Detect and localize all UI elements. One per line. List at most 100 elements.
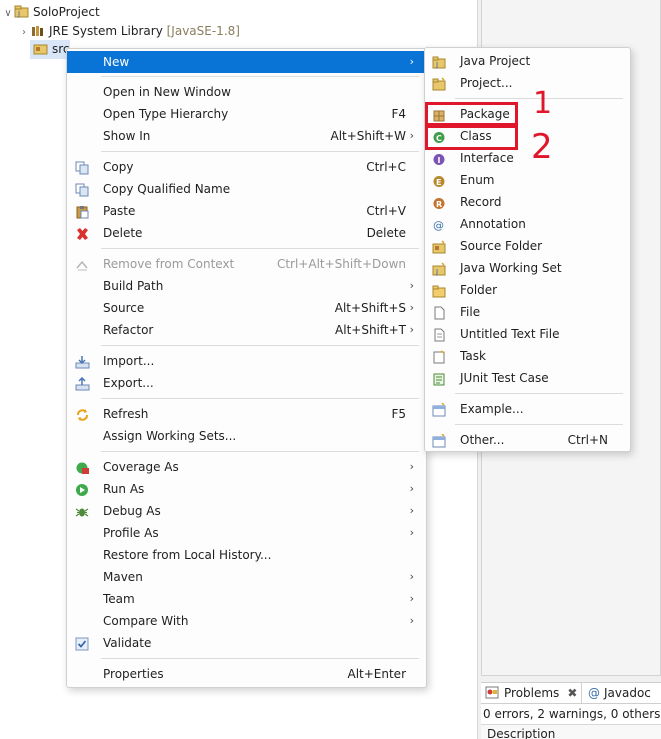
menu-item-assign-working-sets[interactable]: Assign Working Sets... [67, 425, 426, 447]
tree-item-project[interactable]: ∨ J SoloProject [2, 3, 99, 23]
copy-icon [75, 160, 90, 175]
menu-item-refresh[interactable]: Refresh F5 [67, 403, 426, 425]
menu-item-maven[interactable]: Maven › [67, 566, 426, 588]
submenu-item-project[interactable]: Project... [425, 72, 630, 94]
menu-item-open-type-hierarchy[interactable]: Open Type Hierarchy F4 [67, 103, 426, 125]
library-icon [30, 24, 45, 37]
svg-text:E: E [436, 178, 441, 187]
submenu-item-folder[interactable]: Folder [425, 279, 630, 301]
annotation-number-2: 2 [531, 127, 553, 167]
file-icon [432, 305, 447, 320]
menu-label: Show In [103, 129, 151, 143]
submenu-item-file[interactable]: File [425, 301, 630, 323]
tab-problems[interactable]: Problems ✖ [485, 683, 577, 704]
menu-item-team[interactable]: Team › [67, 588, 426, 610]
menu-item-source[interactable]: Source Alt+Shift+S › [67, 297, 426, 319]
menu-item-export[interactable]: Export... [67, 372, 426, 394]
menu-label: Properties [103, 667, 164, 681]
submenu-label: Java Project [460, 54, 531, 68]
project-icon [432, 76, 447, 91]
description-column-header[interactable]: Description [481, 724, 661, 739]
submenu-separator [455, 393, 623, 394]
svg-text:J: J [435, 61, 438, 69]
submenu-arrow-icon: › [409, 129, 414, 142]
menu-item-remove-from-context[interactable]: Remove from Context Ctrl+Alt+Shift+Down [67, 253, 426, 275]
menu-separator [101, 345, 419, 346]
junit-icon [432, 371, 447, 386]
submenu-label: Source Folder [460, 239, 543, 253]
submenu-item-junit-test-case[interactable]: JUnit Test Case [425, 367, 630, 389]
menu-label: Profile As [103, 526, 159, 540]
submenu-item-interface[interactable]: I Interface [425, 147, 630, 169]
submenu-arrow-icon: › [409, 279, 414, 292]
close-icon[interactable]: ✖ [567, 686, 577, 700]
submenu-item-annotation[interactable]: @ Annotation [425, 213, 630, 235]
menu-label: Open in New Window [103, 85, 231, 99]
submenu-item-record[interactable]: R Record [425, 191, 630, 213]
submenu-label: Example... [460, 402, 524, 416]
menu-accel: Alt+Shift+T [335, 323, 406, 337]
menu-item-import[interactable]: Import... [67, 350, 426, 372]
menu-item-debug-as[interactable]: Debug As › [67, 500, 426, 522]
menu-item-coverage-as[interactable]: Coverage As › [67, 456, 426, 478]
export-icon [75, 376, 90, 391]
interface-icon: I [432, 151, 447, 165]
svg-text:J: J [435, 268, 438, 276]
annotation-icon: @ [432, 217, 447, 232]
menu-item-show-in[interactable]: Show In Alt+Shift+W › [67, 125, 426, 147]
menu-item-compare-with[interactable]: Compare With › [67, 610, 426, 632]
menu-item-copy[interactable]: Copy Ctrl+C [67, 156, 426, 178]
run-icon [75, 482, 90, 496]
context-menu: New › Open in New Window Open Type Hierar… [66, 48, 427, 688]
svg-text:R: R [436, 200, 442, 209]
menu-accel: Ctrl+C [366, 160, 406, 174]
submenu-item-example[interactable]: Example... [425, 398, 630, 420]
submenu-item-source-folder[interactable]: Source Folder [425, 235, 630, 257]
menu-item-delete[interactable]: Delete Delete [67, 222, 426, 244]
submenu-item-java-project[interactable]: J Java Project [425, 50, 630, 72]
menu-item-validate[interactable]: Validate [67, 632, 426, 654]
menu-accel: Delete [366, 226, 406, 240]
menu-accel: Ctrl+Alt+Shift+Down [276, 257, 406, 271]
expand-arrow-icon[interactable]: › [18, 23, 30, 42]
menu-item-profile-as[interactable]: Profile As › [67, 522, 426, 544]
menu-label: New [103, 55, 130, 69]
submenu-arrow-icon: › [409, 301, 414, 314]
submenu-item-untitled-text-file[interactable]: Untitled Text File [425, 323, 630, 345]
menu-label: Team [103, 592, 135, 606]
menu-item-copy-qualified-name[interactable]: Copy Qualified Name [67, 178, 426, 200]
menu-label: Debug As [103, 504, 161, 518]
svg-text:I: I [438, 156, 441, 165]
submenu-arrow-icon: › [409, 592, 414, 605]
tree-item-jre[interactable]: › JRE System Library [JavaSE-1.8] [18, 22, 240, 41]
submenu-label: Annotation [460, 217, 526, 231]
svg-text:@: @ [433, 219, 444, 232]
submenu-item-enum[interactable]: E Enum [425, 169, 630, 191]
task-icon [432, 349, 447, 364]
menu-item-restore-local-history[interactable]: Restore from Local History... [67, 544, 426, 566]
menu-label: Run As [103, 482, 145, 496]
collapse-arrow-icon[interactable]: ∨ [2, 4, 14, 23]
menu-item-new[interactable]: New › [67, 51, 426, 73]
menu-item-build-path[interactable]: Build Path › [67, 275, 426, 297]
menu-accel: F4 [391, 107, 406, 121]
tree-item-src[interactable]: src [30, 40, 70, 59]
menu-item-paste[interactable]: Paste Ctrl+V [67, 200, 426, 222]
paste-icon [75, 204, 90, 219]
tab-javadoc[interactable]: @ Javadoc [581, 683, 651, 704]
submenu-item-task[interactable]: Task [425, 345, 630, 367]
coverage-icon [75, 460, 90, 474]
menu-item-refactor[interactable]: Refactor Alt+Shift+T › [67, 319, 426, 341]
menu-accel: Alt+Shift+W [330, 129, 407, 143]
problems-tab-label: Problems [504, 686, 560, 700]
annotation-box-package [425, 102, 518, 126]
menu-item-run-as[interactable]: Run As › [67, 478, 426, 500]
submenu-item-other[interactable]: Other... Ctrl+N [425, 429, 630, 451]
menu-label: Delete [103, 226, 143, 240]
submenu-label: Folder [460, 283, 498, 297]
java-project-icon: J [432, 54, 447, 69]
submenu-item-java-working-set[interactable]: J Java Working Set [425, 257, 630, 279]
menu-item-properties[interactable]: Properties Alt+Enter [67, 663, 426, 685]
views-tab-bar: Problems ✖ @ Javadoc [481, 682, 661, 704]
menu-item-open-new-window[interactable]: Open in New Window [67, 81, 426, 103]
